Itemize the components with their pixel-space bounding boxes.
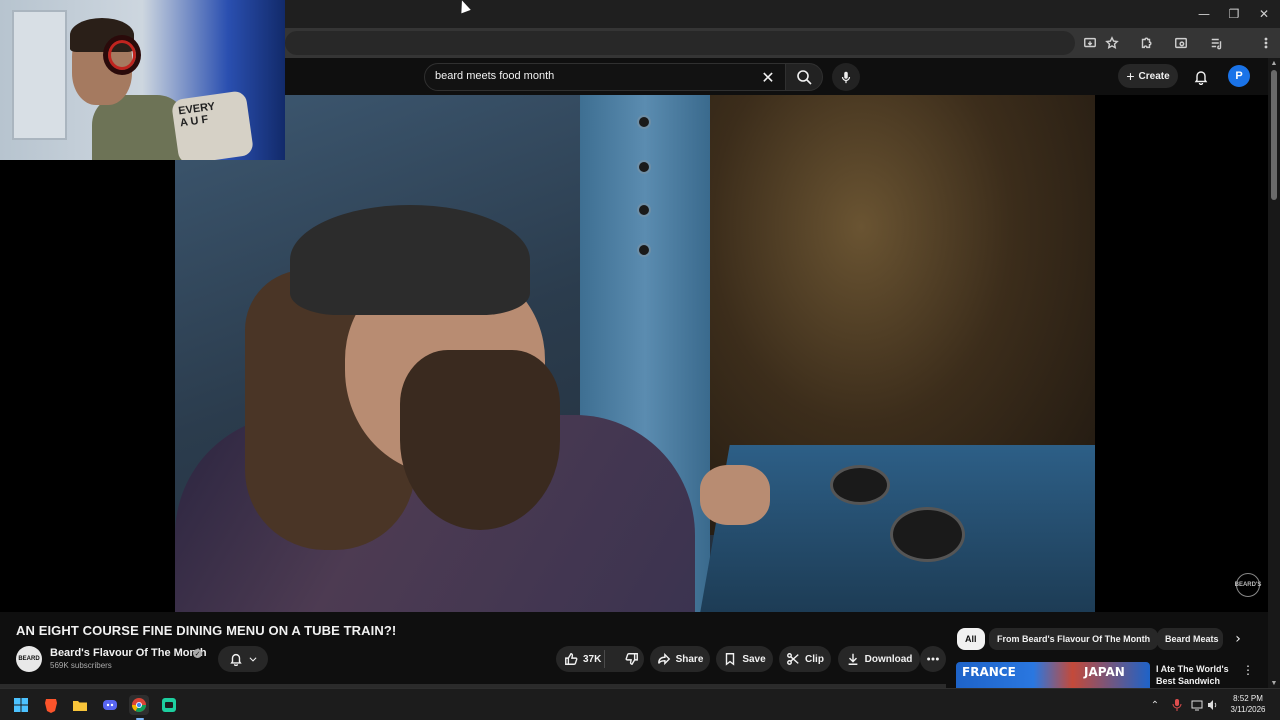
subscriber-count: 569K subscribers: [50, 661, 112, 670]
brave-browser-icon[interactable]: [41, 695, 61, 715]
tray-overflow-icon[interactable]: ⌃: [1148, 698, 1162, 712]
bookmark-icon: [726, 653, 735, 666]
microphone-icon: [841, 71, 851, 84]
clear-search-icon[interactable]: ✕: [759, 68, 777, 87]
install-app-icon[interactable]: [1080, 33, 1100, 53]
media-control-icon[interactable]: [1207, 33, 1227, 53]
mouse-cursor-icon: [457, 0, 471, 14]
voice-search-button[interactable]: [832, 63, 860, 91]
subscribe-bell-button[interactable]: [218, 646, 268, 672]
extensions-icon[interactable]: [1136, 33, 1156, 53]
save-button[interactable]: Save: [716, 646, 773, 672]
console-gauge: [890, 507, 965, 562]
download-button[interactable]: Download: [838, 646, 920, 672]
more-vertical-icon[interactable]: ⋮: [1242, 662, 1254, 678]
video-title: AN EIGHT COURSE FINE DINING MENU ON A TU…: [16, 623, 397, 638]
search-query-text[interactable]: beard meets food month: [435, 70, 554, 82]
scrollbar-thumb[interactable]: [1271, 70, 1277, 200]
chip-beard-meats[interactable]: Beard Meats: [1157, 628, 1223, 650]
person-cap: [290, 205, 530, 315]
thumbnail-text-right: JAPAN: [1084, 665, 1125, 679]
more-actions-button[interactable]: [920, 646, 946, 672]
like-divider: [604, 650, 605, 668]
clock-date: 3/11/2026: [1230, 705, 1266, 714]
download-label: Download: [864, 653, 913, 665]
chevron-right-icon[interactable]: ›: [1230, 631, 1246, 647]
thumbnail-text-left: FRANCE: [962, 665, 1016, 679]
windows-taskbar: ⌃ 8:52 PM 3/11/2026: [0, 688, 1280, 720]
notifications-button[interactable]: [1190, 66, 1212, 88]
search-input[interactable]: beard meets food month ✕: [424, 63, 786, 91]
account-avatar[interactable]: P: [1228, 65, 1250, 87]
scroll-down-icon[interactable]: ▼: [1268, 678, 1280, 688]
recommendation-thumbnail[interactable]: FRANCE JAPAN: [956, 662, 1150, 688]
windows-start-icon[interactable]: [11, 695, 31, 715]
download-icon: [848, 653, 857, 665]
dislike-thumb-icon[interactable]: [625, 652, 639, 666]
more-horizontal-icon: [927, 657, 939, 661]
network-icon[interactable]: [1190, 698, 1204, 712]
minimize-button[interactable]: —: [1188, 0, 1220, 28]
chip-all[interactable]: All: [957, 628, 985, 650]
recommendation-title[interactable]: I Ate The World's Best Sandwich: [1156, 663, 1236, 687]
plus-icon: +: [1126, 68, 1135, 84]
address-bar[interactable]: [285, 31, 1075, 55]
create-label: Create: [1138, 70, 1170, 82]
system-clock[interactable]: 8:52 PM 3/11/2026: [1226, 693, 1270, 715]
chevron-down-icon: [249, 657, 256, 662]
share-button[interactable]: Share: [650, 646, 710, 672]
microphone-tray-icon[interactable]: [1170, 698, 1184, 712]
bell-icon: [1194, 71, 1208, 85]
share-label: Share: [675, 653, 704, 665]
panel-light: [637, 115, 651, 129]
save-label: Save: [742, 653, 766, 665]
webcam-overlay: EVERY A U F: [0, 0, 285, 160]
search-button[interactable]: [785, 63, 823, 91]
panel-light: [637, 203, 651, 217]
search-icon: [797, 70, 812, 85]
like-dislike-group: 37K: [556, 646, 644, 672]
file-explorer-icon[interactable]: [70, 695, 90, 715]
video-player[interactable]: BEARD'S: [0, 95, 1268, 612]
channel-avatar[interactable]: BEARD: [16, 646, 42, 672]
bookmark-star-icon[interactable]: [1102, 33, 1122, 53]
person-beard: [400, 350, 560, 530]
person-hand: [700, 465, 770, 525]
channel-watermark[interactable]: BEARD'S: [1235, 573, 1261, 597]
console-gauge: [830, 465, 890, 505]
page-scrollbar[interactable]: ▲ ▼: [1268, 58, 1280, 688]
scroll-up-icon[interactable]: ▲: [1268, 58, 1280, 68]
bell-icon: [229, 653, 242, 666]
close-window-button[interactable]: ✕: [1248, 0, 1280, 28]
channel-name[interactable]: Beard's Flavour Of The Month: [50, 647, 207, 659]
discord-icon[interactable]: [100, 695, 120, 715]
panel-light: [637, 243, 651, 257]
like-count[interactable]: 37K: [583, 654, 601, 665]
restore-button[interactable]: ❐: [1218, 0, 1250, 28]
chip-from-channel[interactable]: From Beard's Flavour Of The Month: [989, 628, 1159, 650]
webcam-door: [12, 10, 67, 140]
share-arrow-icon: [657, 652, 670, 666]
create-button[interactable]: + Create: [1118, 64, 1178, 88]
clip-label: Clip: [805, 653, 824, 665]
app-icon[interactable]: [159, 695, 179, 715]
browser-menu-icon[interactable]: [1256, 33, 1276, 53]
tab-search-icon[interactable]: [1171, 33, 1191, 53]
verified-check-icon: ✓: [193, 649, 202, 658]
chrome-icon[interactable]: [129, 695, 149, 715]
volume-icon[interactable]: [1206, 698, 1220, 712]
headset-icon: [103, 35, 141, 75]
panel-light: [637, 160, 651, 174]
like-thumb-icon[interactable]: [564, 652, 578, 666]
webcam-chair: EVERY A U F: [170, 90, 255, 160]
clip-button[interactable]: Clip: [779, 646, 831, 672]
clock-time: 8:52 PM: [1233, 694, 1263, 703]
scissors-icon: [787, 653, 799, 665]
video-frame[interactable]: [175, 95, 1095, 612]
